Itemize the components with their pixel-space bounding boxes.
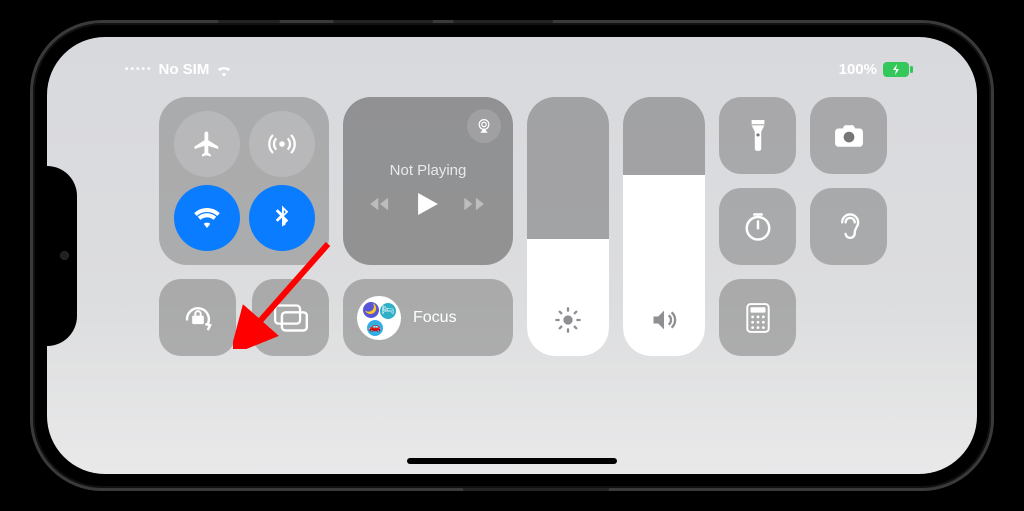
airplay-button[interactable] [467, 109, 501, 143]
play-icon[interactable] [418, 193, 438, 215]
camera-icon [834, 123, 864, 149]
focus-label: Focus [413, 309, 457, 327]
battery-icon [883, 62, 913, 77]
notch [47, 166, 77, 346]
flashlight-icon [746, 120, 770, 152]
screen: ••••• No SIM 100% [47, 37, 977, 474]
media-controls[interactable]: Not Playing [343, 97, 513, 265]
status-bar: ••••• No SIM 100% [47, 61, 977, 78]
rotation-lock-icon [181, 301, 215, 335]
power-button [463, 488, 609, 491]
airplane-icon [192, 129, 222, 159]
focus-icons-cluster: 🌙 🛏 🚗 [357, 296, 401, 340]
connectivity-group[interactable] [159, 97, 329, 265]
car-icon: 🚗 [367, 320, 383, 336]
forward-icon[interactable] [464, 196, 486, 212]
front-camera [60, 251, 69, 260]
phone-frame: ••••• No SIM 100% [30, 20, 994, 491]
bluetooth-toggle[interactable] [249, 185, 315, 251]
airplane-mode-toggle[interactable] [174, 111, 240, 177]
control-center: Not Playing [159, 97, 929, 356]
volume-slider[interactable] [623, 97, 705, 356]
home-indicator[interactable] [407, 458, 617, 464]
cellular-data-toggle[interactable] [249, 111, 315, 177]
orientation-lock-button[interactable] [159, 279, 236, 356]
calculator-icon [746, 303, 770, 333]
screen-mirroring-icon [274, 304, 308, 332]
now-playing-title: Not Playing [390, 162, 467, 179]
bluetooth-icon [267, 203, 297, 233]
timer-button[interactable] [719, 188, 796, 265]
carrier-label: No SIM [159, 61, 210, 78]
moon-icon: 🌙 [363, 302, 379, 318]
rewind-icon[interactable] [370, 196, 392, 212]
screen-mirroring-button[interactable] [252, 279, 329, 356]
wifi-icon [215, 63, 233, 77]
signal-dots-icon: ••••• [125, 64, 153, 75]
camera-button[interactable] [810, 97, 887, 174]
battery-percent: 100% [839, 61, 877, 78]
calculator-button[interactable] [719, 279, 796, 356]
wifi-toggle[interactable] [174, 185, 240, 251]
focus-button[interactable]: 🌙 🛏 🚗 Focus [343, 279, 513, 356]
volume-down-button [453, 20, 553, 23]
volume-up-button [333, 20, 433, 23]
brightness-icon [554, 306, 582, 334]
ear-icon [835, 211, 863, 243]
timer-icon [743, 212, 773, 242]
volume-icon [650, 306, 678, 334]
brightness-slider[interactable] [527, 97, 609, 356]
flashlight-button[interactable] [719, 97, 796, 174]
ringer-switch [218, 20, 280, 23]
bed-icon: 🛏 [380, 303, 396, 319]
airplay-icon [475, 117, 493, 135]
hearing-button[interactable] [810, 188, 887, 265]
wifi-icon [192, 203, 222, 233]
antenna-icon [267, 129, 297, 159]
